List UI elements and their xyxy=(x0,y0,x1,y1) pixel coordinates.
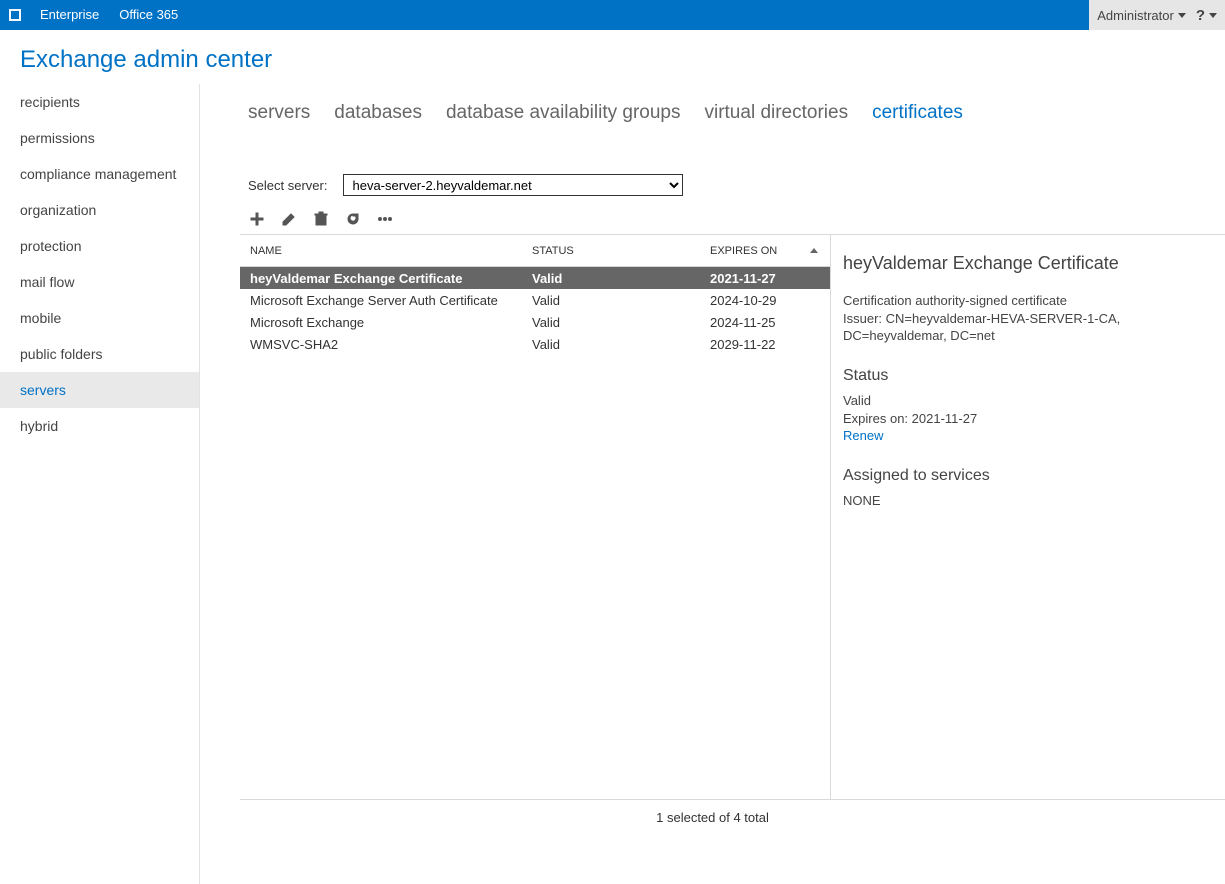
pencil-icon xyxy=(281,211,297,227)
delete-button[interactable] xyxy=(312,210,330,228)
cell-name: Microsoft Exchange Server Auth Certifica… xyxy=(240,293,532,308)
cell-expires: 2021-11-27 xyxy=(710,271,830,286)
detail-assigned-heading: Assigned to services xyxy=(843,465,1213,487)
top-tab-office365[interactable]: Office 365 xyxy=(109,0,188,30)
detail-expires-on: Expires on: 2021-11-27 xyxy=(843,410,1213,428)
more-button[interactable] xyxy=(376,210,394,228)
ellipsis-icon xyxy=(377,211,393,227)
caret-down-icon xyxy=(1178,13,1186,18)
top-right: Administrator ? xyxy=(1089,0,1225,30)
tab-servers[interactable]: servers xyxy=(248,102,310,124)
sidebar-item-mail-flow[interactable]: mail flow xyxy=(0,264,199,300)
top-tabs: Enterprise Office 365 xyxy=(30,0,188,30)
detail-title: heyValdemar Exchange Certificate xyxy=(843,253,1213,274)
refresh-icon xyxy=(345,211,361,227)
user-label: Administrator xyxy=(1097,8,1174,23)
col-header-expires[interactable]: EXPIRES ON xyxy=(710,245,830,257)
table-row[interactable]: Microsoft Exchange Server Auth Certifica… xyxy=(240,289,830,311)
col-header-name[interactable]: NAME xyxy=(240,245,532,257)
sidebar-item-recipients[interactable]: recipients xyxy=(0,84,199,120)
sidebar: recipients permissions compliance manage… xyxy=(0,84,200,884)
grid-header: NAME STATUS EXPIRES ON xyxy=(240,235,830,267)
main-area: servers databases database availability … xyxy=(200,84,1225,884)
cell-expires: 2029-11-22 xyxy=(710,337,830,352)
sort-asc-icon xyxy=(810,248,818,253)
edit-button[interactable] xyxy=(280,210,298,228)
sidebar-item-mobile[interactable]: mobile xyxy=(0,300,199,336)
cell-status: Valid xyxy=(532,293,710,308)
content-split: NAME STATUS EXPIRES ON heyValdemar Excha… xyxy=(240,234,1225,800)
tab-virtual-directories[interactable]: virtual directories xyxy=(704,102,848,124)
col-header-expires-label: EXPIRES ON xyxy=(710,245,777,257)
office-logo-icon xyxy=(0,7,30,23)
trash-icon xyxy=(313,211,329,227)
help-menu[interactable]: ? xyxy=(1196,7,1217,24)
toolbar xyxy=(200,196,1225,234)
tab-certificates[interactable]: certificates xyxy=(872,102,963,124)
sidebar-item-compliance[interactable]: compliance management xyxy=(0,156,199,192)
detail-issuer: Issuer: CN=heyvaldemar-HEVA-SERVER-1-CA,… xyxy=(843,310,1213,345)
page-title: Exchange admin center xyxy=(0,30,1225,84)
renew-link[interactable]: Renew xyxy=(843,427,1213,445)
detail-status-value: Valid xyxy=(843,392,1213,410)
cell-name: heyValdemar Exchange Certificate xyxy=(240,271,532,286)
sidebar-item-public-folders[interactable]: public folders xyxy=(0,336,199,372)
caret-down-icon xyxy=(1209,13,1217,18)
sidebar-item-permissions[interactable]: permissions xyxy=(0,120,199,156)
plus-icon xyxy=(249,211,265,227)
cell-expires: 2024-11-25 xyxy=(710,315,830,330)
user-menu[interactable]: Administrator xyxy=(1097,8,1186,23)
add-button[interactable] xyxy=(248,210,266,228)
tab-databases[interactable]: databases xyxy=(334,102,422,124)
sidebar-item-hybrid[interactable]: hybrid xyxy=(0,408,199,444)
server-select[interactable]: heva-server-2.heyvaldemar.net xyxy=(343,174,683,196)
cell-name: Microsoft Exchange xyxy=(240,315,532,330)
cell-status: Valid xyxy=(532,315,710,330)
sub-tabs: servers databases database availability … xyxy=(200,84,1225,144)
cell-status: Valid xyxy=(532,271,710,286)
sidebar-item-protection[interactable]: protection xyxy=(0,228,199,264)
refresh-button[interactable] xyxy=(344,210,362,228)
server-select-label: Select server: xyxy=(248,178,327,193)
detail-cert-type: Certification authority-signed certifica… xyxy=(843,292,1213,310)
detail-status-heading: Status xyxy=(843,365,1213,387)
grid-area: NAME STATUS EXPIRES ON heyValdemar Excha… xyxy=(240,235,830,799)
table-row[interactable]: Microsoft Exchange Valid 2024-11-25 xyxy=(240,311,830,333)
top-tab-enterprise[interactable]: Enterprise xyxy=(30,0,109,30)
tab-dag[interactable]: database availability groups xyxy=(446,102,681,124)
table-row[interactable]: WMSVC-SHA2 Valid 2029-11-22 xyxy=(240,333,830,355)
sidebar-item-organization[interactable]: organization xyxy=(0,192,199,228)
sidebar-item-servers[interactable]: servers xyxy=(0,372,199,408)
top-bar: Enterprise Office 365 Administrator ? xyxy=(0,0,1225,30)
detail-pane: heyValdemar Exchange Certificate Certifi… xyxy=(830,235,1225,799)
table-row[interactable]: heyValdemar Exchange Certificate Valid 2… xyxy=(240,267,830,289)
cell-status: Valid xyxy=(532,337,710,352)
server-select-row: Select server: heva-server-2.heyvaldemar… xyxy=(200,144,1225,196)
cell-name: WMSVC-SHA2 xyxy=(240,337,532,352)
col-header-status[interactable]: STATUS xyxy=(532,245,710,257)
cell-expires: 2024-10-29 xyxy=(710,293,830,308)
status-line: 1 selected of 4 total xyxy=(200,800,1225,825)
detail-assigned-value: NONE xyxy=(843,492,1213,510)
help-icon: ? xyxy=(1196,7,1205,24)
